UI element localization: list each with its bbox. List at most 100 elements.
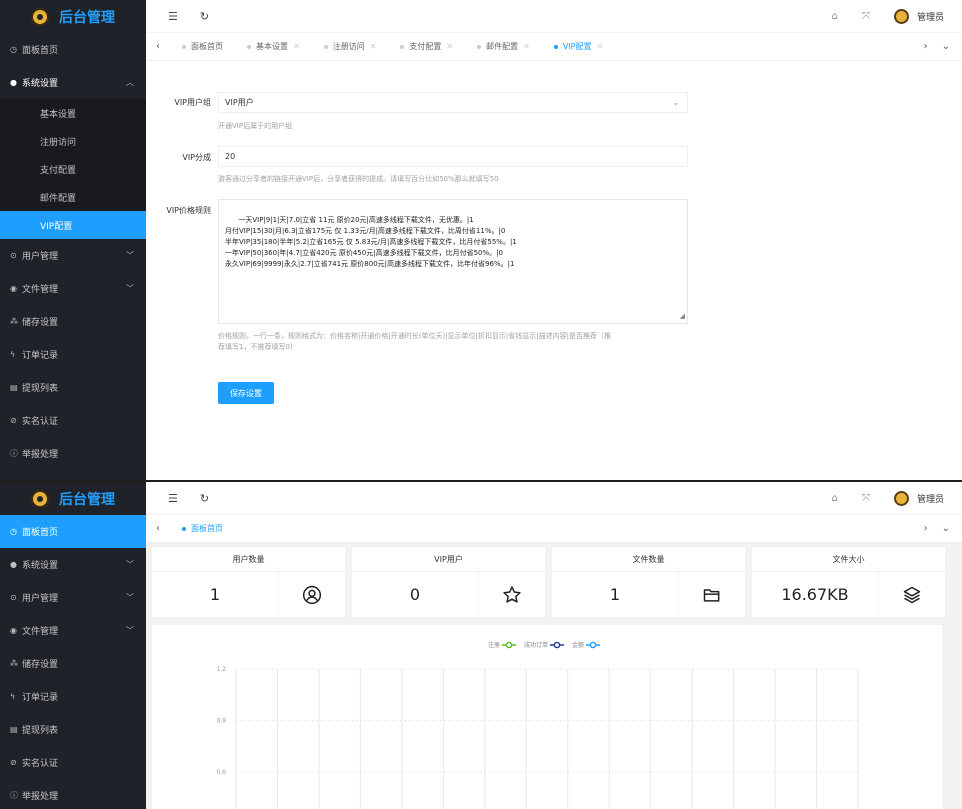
chevron-down-icon: ﹀ xyxy=(126,284,134,293)
sidebar-item-withdraw[interactable]: ▤ 提现列表 xyxy=(0,371,146,404)
sidebar-item-orders[interactable]: ϟ 订单记录 xyxy=(0,680,146,713)
sidebar-item-system-settings[interactable]: ● 系统设置 ︿ xyxy=(0,66,146,99)
sidebar-logo[interactable]: 后台管理 xyxy=(0,482,146,515)
resize-handle-icon[interactable]: ◢ xyxy=(680,311,685,322)
tab-menu-chevron-icon[interactable]: ⌄ xyxy=(942,41,950,52)
tab-scroll-left-icon[interactable]: ‹ xyxy=(146,41,170,52)
menu-toggle-icon[interactable]: ☰ xyxy=(168,492,178,505)
user-menu[interactable]: 管理员 xyxy=(893,8,944,24)
settings-dot-icon: ● xyxy=(10,78,17,87)
vip-rules-textarea[interactable]: 一天VIP|9|1|天|7.0|立省 11元 原价20元|高速多线程下载文件，无… xyxy=(218,199,688,324)
star-icon xyxy=(479,572,545,617)
sidebar-item-label: 用户管理 xyxy=(22,594,59,604)
sidebar-item-withdraw[interactable]: ▤ 提现列表 xyxy=(0,713,146,746)
sidebar-item-dashboard[interactable]: ◷ 面板首页 xyxy=(0,33,146,66)
sidebar-item-users[interactable]: ⊙ 用户管理 ﹀ xyxy=(0,239,146,272)
tab-vip[interactable]: VIP配置 ✕ xyxy=(542,33,615,61)
tab-menu-chevron-icon[interactable]: ⌄ xyxy=(942,523,950,534)
tab-register[interactable]: 注册访问 ✕ xyxy=(312,33,389,61)
save-button[interactable]: 保存设置 xyxy=(218,382,274,404)
logo-icon xyxy=(31,7,49,26)
top-header: ☰ ↻ ⌂ ⤧ 管理员 xyxy=(146,0,962,33)
card-value: 1 xyxy=(552,572,679,617)
verify-icon: ⊘ xyxy=(10,416,17,425)
sidebar-item-verify[interactable]: ⊘ 实名认证 xyxy=(0,404,146,437)
tab-basic[interactable]: 基本设置 ✕ xyxy=(235,33,312,61)
layers-icon xyxy=(879,572,945,617)
vip-share-value: 20 xyxy=(225,152,236,161)
sidebar-item-files[interactable]: ◉ 文件管理 ﹀ xyxy=(0,614,146,647)
user-name: 管理员 xyxy=(916,494,944,505)
sidebar-item-verify[interactable]: ⊘ 实名认证 xyxy=(0,746,146,779)
tab-scroll-right-icon[interactable]: › xyxy=(924,523,928,534)
sidebar-item-label: 储存设置 xyxy=(22,660,59,670)
sidebar-item-dashboard[interactable]: ◷ 面板首页 xyxy=(0,515,146,548)
report-icon: ⓘ xyxy=(10,791,18,800)
close-icon[interactable]: ✕ xyxy=(446,42,453,51)
vip-group-select[interactable]: VIP用户 ⌄ xyxy=(218,92,688,113)
sidebar-item-storage[interactable]: ⁂ 储存设置 xyxy=(0,647,146,680)
folder-icon xyxy=(679,572,745,617)
sidebar-subitem-payment[interactable]: 支付配置 xyxy=(0,155,146,183)
vip-share-input[interactable]: 20 xyxy=(218,146,688,167)
stat-card-size: 文件大小 16.67KB xyxy=(752,547,945,617)
user-menu[interactable]: 管理员 xyxy=(893,490,944,506)
tab-email[interactable]: 邮件配置 ✕ xyxy=(465,33,542,61)
sidebar-item-storage[interactable]: ⁂ 储存设置 xyxy=(0,305,146,338)
close-icon[interactable]: ✕ xyxy=(370,42,377,51)
tab-dashboard[interactable]: 面板首页 xyxy=(170,33,235,61)
card-title: 文件数量 xyxy=(552,547,745,572)
sidebar-item-label: 系统设置 xyxy=(22,79,59,89)
sidebar-subitem-register[interactable]: 注册访问 xyxy=(0,127,146,155)
stat-card-files: 文件数量 1 xyxy=(552,547,745,617)
y-tick-label: 0.6 xyxy=(216,769,226,776)
tab-scroll-left-icon[interactable]: ‹ xyxy=(146,523,170,534)
user-name: 管理员 xyxy=(916,12,944,23)
tab-payment[interactable]: 支付配置 ✕ xyxy=(388,33,465,61)
sidebar-item-label: 实名认证 xyxy=(22,417,59,427)
sidebar-subitem-basic[interactable]: 基本设置 xyxy=(0,99,146,127)
vip-rules-value: 一天VIP|9|1|天|7.0|立省 11元 原价20元|高速多线程下载文件，无… xyxy=(225,216,517,268)
sidebar-item-label: 订单记录 xyxy=(22,351,59,361)
vip-rules-label: VIP价格规则 xyxy=(166,206,211,215)
sidebar-item-system-settings[interactable]: ● 系统设置 ﹀ xyxy=(0,548,146,581)
tab-dot xyxy=(553,44,558,49)
sidebar-item-orders[interactable]: ϟ 订单记录 xyxy=(0,338,146,371)
sidebar-item-report[interactable]: ⓘ 举报处理 xyxy=(0,779,146,809)
vip-group-value: VIP用户 xyxy=(225,98,254,107)
legend-marker xyxy=(505,641,513,649)
sidebar-item-report[interactable]: ⓘ 举报处理 xyxy=(0,437,146,470)
stat-card-vip: VIP用户 0 xyxy=(352,547,545,617)
withdraw-icon: ▤ xyxy=(10,383,18,392)
tab-dashboard[interactable]: 面板首页 xyxy=(170,515,235,543)
sidebar-logo[interactable]: 后台管理 xyxy=(0,0,146,33)
chevron-down-icon: ﹀ xyxy=(126,593,134,602)
fullscreen-icon[interactable]: ⤧ xyxy=(862,493,870,504)
sidebar-subitem-email[interactable]: 邮件配置 xyxy=(0,183,146,211)
logo-icon xyxy=(31,489,49,508)
refresh-icon[interactable]: ↻ xyxy=(200,10,209,23)
sidebar-subitem-vip[interactable]: VIP配置 xyxy=(0,211,146,239)
refresh-icon[interactable]: ↻ xyxy=(200,492,209,505)
tab-scroll-right-icon[interactable]: › xyxy=(924,41,928,52)
y-tick-label: 1.2 xyxy=(216,666,226,673)
sidebar-item-users[interactable]: ⊙ 用户管理 ﹀ xyxy=(0,581,146,614)
close-icon[interactable]: ✕ xyxy=(523,42,530,51)
home-icon[interactable]: ⌂ xyxy=(832,493,838,504)
close-icon[interactable]: ✕ xyxy=(596,42,603,51)
stats-chart-panel: 注册成功订单金额1.20.90.60.3 xyxy=(152,625,942,809)
close-icon[interactable]: ✕ xyxy=(293,42,300,51)
report-icon: ⓘ xyxy=(10,449,18,458)
vip-rules-hint-line: 荐填写1，不推荐填写0) xyxy=(218,343,293,351)
tab-bar: ‹ 面板首页 › ⌄ xyxy=(146,515,962,543)
avatar xyxy=(893,8,909,24)
sidebar-item-files[interactable]: ◉ 文件管理 ﹀ xyxy=(0,272,146,305)
fullscreen-icon[interactable]: ⤧ xyxy=(862,11,870,22)
legend-label: 金额 xyxy=(572,641,584,649)
chevron-down-icon: ﹀ xyxy=(126,251,134,260)
menu-toggle-icon[interactable]: ☰ xyxy=(168,10,178,23)
vip-config-screen: 后台管理 ◷ 面板首页 ● 系统设置 ︿ 基本设置 注册访问 支付配置 邮件配置… xyxy=(0,0,962,480)
sidebar-item-label: 举报处理 xyxy=(22,792,59,802)
line-chart: 注册成功订单金额1.20.90.60.3 xyxy=(216,641,859,809)
home-icon[interactable]: ⌂ xyxy=(832,11,838,22)
